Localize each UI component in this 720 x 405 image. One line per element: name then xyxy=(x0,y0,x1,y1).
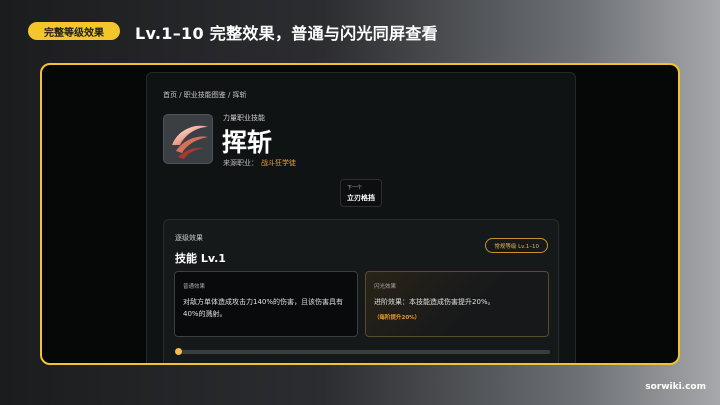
site-watermark: sorwiki.com xyxy=(645,382,706,392)
next-skill-button[interactable]: 下一个 立刃格挡 xyxy=(340,179,382,207)
next-skill-name: 立刃格挡 xyxy=(347,194,375,202)
level-slider-thumb[interactable] xyxy=(175,348,182,355)
flash-effect-extra: （每阶提升20%） xyxy=(374,315,421,321)
section-badge: 完整等级效果 xyxy=(28,22,120,40)
normal-effect-desc: 对敌方单体造成攻击力140%的伤害，且该伤害具有40%的溅射。 xyxy=(183,298,344,318)
next-skill-label: 下一个 xyxy=(347,185,363,191)
flash-effect-desc: 进阶效果：本技能造成伤害提升20%。 xyxy=(374,298,495,306)
level-range-badge: 常规等级 Lv.1–10 xyxy=(485,238,548,253)
flash-effect-card: 闪光效果 进阶效果：本技能造成伤害提升20%。 （每阶提升20%） xyxy=(365,271,549,337)
level-slider[interactable] xyxy=(175,348,550,355)
skill-detail-panel: 首页 / 职业技能图鉴 / 挥斩 力量职业技能 挥斩 来源职业： 战斗狂学徒 下… xyxy=(146,72,576,363)
source-label: 来源职业： xyxy=(223,159,258,167)
effects-section-title: 逐级效果 xyxy=(175,234,203,242)
skill-category: 力量职业技能 xyxy=(223,114,265,122)
skill-name: 挥斩 xyxy=(222,128,273,157)
normal-effect-card: 普通效果 对敌方单体造成攻击力140%的伤害，且该伤害具有40%的溅射。 xyxy=(174,271,358,337)
level-effects-card: 逐级效果 常规等级 Lv.1–10 技能 Lv.1 普通效果 对敌方单体造成攻击… xyxy=(163,219,559,363)
source-job-link[interactable]: 战斗狂学徒 xyxy=(261,159,296,167)
normal-effect-title: 普通效果 xyxy=(183,284,206,290)
slash-icon xyxy=(163,114,213,164)
breadcrumb[interactable]: 首页 / 职业技能图鉴 / 挥斩 xyxy=(163,90,247,100)
screenshot-frame: 首页 / 职业技能图鉴 / 挥斩 力量职业技能 挥斩 来源职业： 战斗狂学徒 下… xyxy=(40,63,680,365)
skill-level-title: 技能 Lv.1 xyxy=(175,252,226,265)
skill-source: 来源职业： 战斗狂学徒 xyxy=(223,158,296,168)
slide-title: Lv.1–10 完整效果，普通与闪光同屏查看 xyxy=(135,24,438,43)
flash-effect-title: 闪光效果 xyxy=(374,284,397,290)
